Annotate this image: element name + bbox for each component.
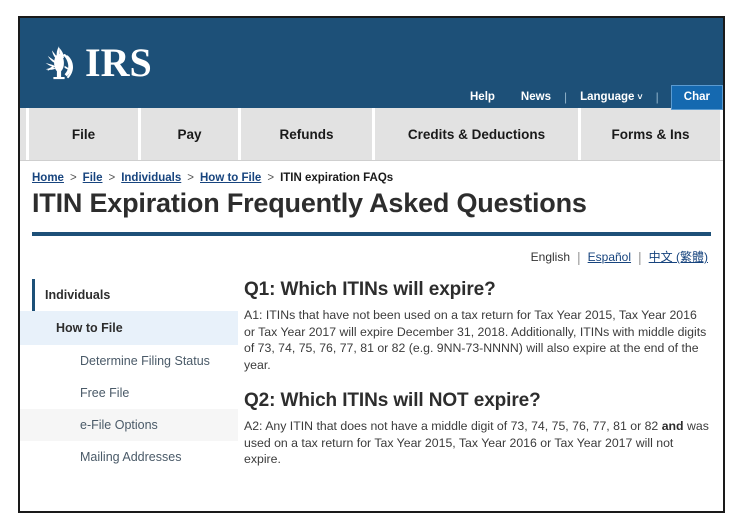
breadcrumb-item-home[interactable]: Home [32,172,64,184]
chevron-down-icon: ˅ [637,92,643,102]
nav-left-edge [20,108,29,160]
breadcrumb-item-current: ITIN expiration FAQs [280,172,394,184]
sidebar-item-determine-filing-status[interactable]: Determine Filing Status [32,345,238,377]
utility-divider-1: | [563,90,568,104]
title-divider [32,232,711,236]
sidebar-item-mailing-addresses[interactable]: Mailing Addresses [32,441,238,473]
faq-question-1-heading: Q1: Which ITINs will expire? [244,279,496,300]
language-divider-1: | [577,248,581,265]
language-current-english: English [530,249,571,264]
browser-viewport: IRS Help News | Language ˅ | Char File Pa… [18,16,725,513]
breadcrumb-separator: > [108,172,116,184]
nav-tab-pay[interactable]: Pay [141,108,241,160]
faq-content: Q1: Which ITINs will expire? A1: ITINs t… [238,279,723,473]
charities-nonprofits-button[interactable]: Char [670,84,723,110]
utility-divider-2: | [655,90,659,104]
language-menu-label: Language [580,91,635,103]
content-area: Individuals How to File Determine Filing… [20,279,723,473]
utility-navigation: Help News | Language ˅ | Char [457,84,723,110]
nav-tab-credits-deductions[interactable]: Credits & Deductions [375,108,581,160]
nav-tab-file[interactable]: File [29,108,141,160]
breadcrumb-item-individuals[interactable]: Individuals [121,172,181,184]
faq-question-2-heading: Q2: Which ITINs will NOT expire? [244,390,541,411]
irs-wordmark: IRS [85,40,152,85]
sidebar-item-e-file-options[interactable]: e-File Options [20,409,238,441]
irs-eagle-seal-icon [45,46,73,80]
faq-answer-1-text: A1: ITINs that have not been used on a t… [244,308,707,372]
sidebar-item-how-to-file[interactable]: How to File [20,311,238,345]
sidebar-item-free-file[interactable]: Free File [32,377,238,409]
site-header: IRS Help News | Language ˅ | Char [20,18,723,110]
language-menu[interactable]: Language ˅ [580,91,643,103]
faq-answer-2-before: A2: Any ITIN that does not have a middle… [244,419,662,433]
page-title: ITIN Expiration Frequently Asked Questio… [32,188,587,218]
nav-tab-forms-instructions[interactable]: Forms & Ins [581,108,723,160]
faq-answer-2-text: A2: Any ITIN that does not have a middle… [244,418,709,468]
language-divider-2: | [638,248,642,265]
breadcrumb-separator: > [267,172,275,184]
help-link[interactable]: Help [470,91,495,103]
sidebar-item-individuals[interactable]: Individuals [32,279,238,311]
breadcrumb-separator: > [187,172,194,184]
sidebar-navigation: Individuals How to File Determine Filing… [20,279,238,473]
language-option-chinese-traditional[interactable]: 中文 (繁體) [649,248,708,265]
nav-tab-refunds[interactable]: Refunds [241,108,375,160]
language-option-espanol[interactable]: Español [588,250,631,264]
primary-navigation: File Pay Refunds Credits & Deductions Fo… [20,108,723,161]
breadcrumb-item-how-to-file[interactable]: How to File [200,172,261,184]
breadcrumb-separator: > [69,172,77,184]
news-link[interactable]: News [521,91,551,103]
breadcrumb: Home > File > Individuals > How to File … [20,161,723,184]
faq-answer-2-emphasis: and [661,419,684,433]
irs-logo[interactable]: IRS [38,40,152,86]
breadcrumb-item-file[interactable]: File [83,172,103,184]
language-selector: English | Español | 中文 (繁體) [20,248,723,265]
